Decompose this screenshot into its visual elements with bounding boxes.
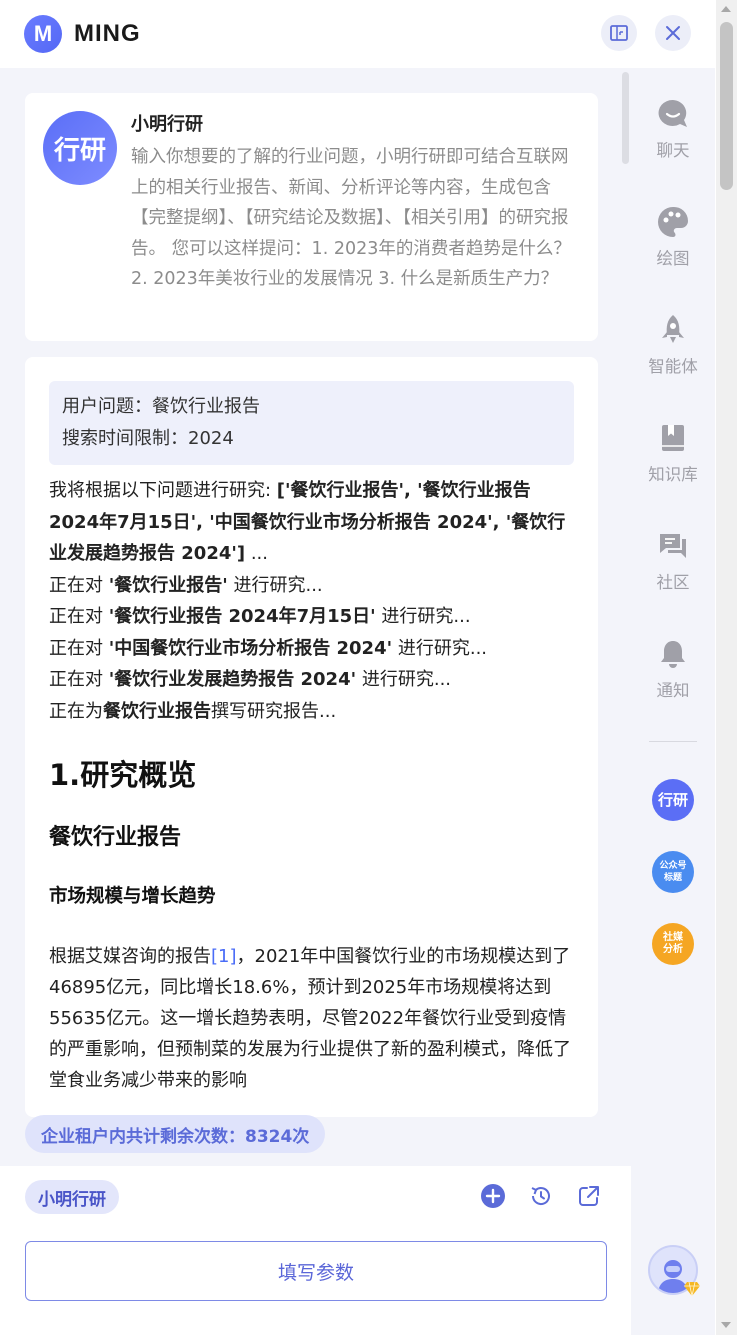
forum-icon [660,534,686,558]
progress-step: 正在对 '餐饮行业报告 2024年7月15日' 进行研究... [49,606,471,627]
report-paragraph: 根据艾媒咨询的报告[1]，2021年中国餐饮行业的市场规模达到了46895亿元，… [49,946,571,1091]
share-button[interactable] [576,1183,602,1209]
agent-intro-card: 行研 小明行研 输入你想要的了解的行业问题，小明行研即可结合互联网上的相关行业报… [25,93,598,341]
app-industry-research[interactable]: 行研 [652,779,694,821]
report-heading-2: 餐饮行业报告 [49,825,182,850]
page-scrollbar-track[interactable] [716,0,737,1335]
user-question: 用户问题：餐饮行业报告 [62,396,260,417]
research-progress: 我将根据以下问题进行研究: ['餐饮行业报告', '餐饮行业报告 2024年7月… [49,475,574,727]
selected-agent-chip[interactable]: 小明行研 [25,1180,119,1214]
progress-writing: 正在为餐饮行业报告撰写研究报告... [49,700,337,722]
history-icon [531,1187,550,1205]
sidebar-item-draw[interactable]: 绘图 [631,205,715,269]
collapse-panel-icon [610,25,628,41]
sidebar-item-knowledge-base[interactable]: 知识库 [631,421,715,485]
palette-icon [658,206,689,237]
right-sidebar: 聊天 绘图 智能体 知识库 社区 通知 行研 公众号 标题 社媒 分析 [631,68,715,1335]
agent-avatar: 行研 [43,111,117,185]
fill-parameters-button[interactable]: 填写参数 [25,1241,607,1301]
rocket-icon [662,315,684,343]
collapse-panel-button[interactable] [601,15,637,51]
progress-step: 正在对 '中国餐饮行业市场分析报告 2024' 进行研究... [49,637,488,659]
progress-step: 正在对 '餐饮行业报告' 进行研究... [49,574,323,596]
progress-intro: 我将根据以下问题进行研究: ['餐饮行业报告', '餐饮行业报告 2024年7月… [49,480,566,564]
report-heading-3: 市场规模与增长趋势 [49,886,216,907]
agent-description: 输入你想要的了解的行业问题，小明行研即可结合互联网上的相关行业报告、新闻、分析评… [131,147,571,289]
sidebar-item-notifications[interactable]: 通知 [631,637,715,701]
scroll-up-arrow-icon[interactable] [721,6,731,12]
plus-circle-icon [481,1184,505,1208]
app-social-media-analysis[interactable]: 社媒 分析 [652,923,694,965]
vip-diamond-icon [684,1281,700,1297]
share-icon [579,1186,599,1206]
sidebar-item-chat[interactable]: 聊天 [631,97,715,161]
page-scrollbar-thumb[interactable] [720,22,733,190]
close-icon [666,26,680,40]
sidebar-item-agents[interactable]: 智能体 [631,313,715,377]
sidebar-divider [649,741,697,742]
app-wechat-title[interactable]: 公众号 标题 [652,851,694,893]
search-time-limit: 搜索时间限制：2024 [62,428,234,449]
ming-logo: M [24,15,62,53]
chat-area[interactable]: 行研 小明行研 输入你想要的了解的行业问题，小明行研即可结合互联网上的相关行业报… [0,68,631,1166]
history-button[interactable] [528,1183,554,1209]
scroll-down-arrow-icon[interactable] [721,1322,731,1328]
close-button[interactable] [655,15,691,51]
citation-link[interactable]: [1] [211,946,237,967]
report-heading-1: 1.研究概览 [49,758,197,792]
book-icon [662,425,684,451]
bell-icon [661,641,685,668]
progress-step: 正在对 '餐饮行业发展趋势报告 2024' 进行研究... [49,669,452,690]
query-summary: 用户问题：餐饮行业报告 搜索时间限制：2024 [49,381,574,465]
chat-bubble-icon [658,99,687,127]
agent-name: 小明行研 [131,114,203,135]
sidebar-item-community[interactable]: 社区 [631,529,715,593]
input-area: 小明行研 填写参数 [0,1166,631,1335]
chat-scrollbar-thumb[interactable] [622,72,629,164]
new-chat-button[interactable] [480,1183,506,1209]
remaining-quota-badge: 企业租户内共计剩余次数：8324次 [25,1115,326,1153]
app-title: MING [74,20,141,47]
research-result-card: 用户问题：餐饮行业报告 搜索时间限制：2024 我将根据以下问题进行研究: ['… [25,357,598,1117]
